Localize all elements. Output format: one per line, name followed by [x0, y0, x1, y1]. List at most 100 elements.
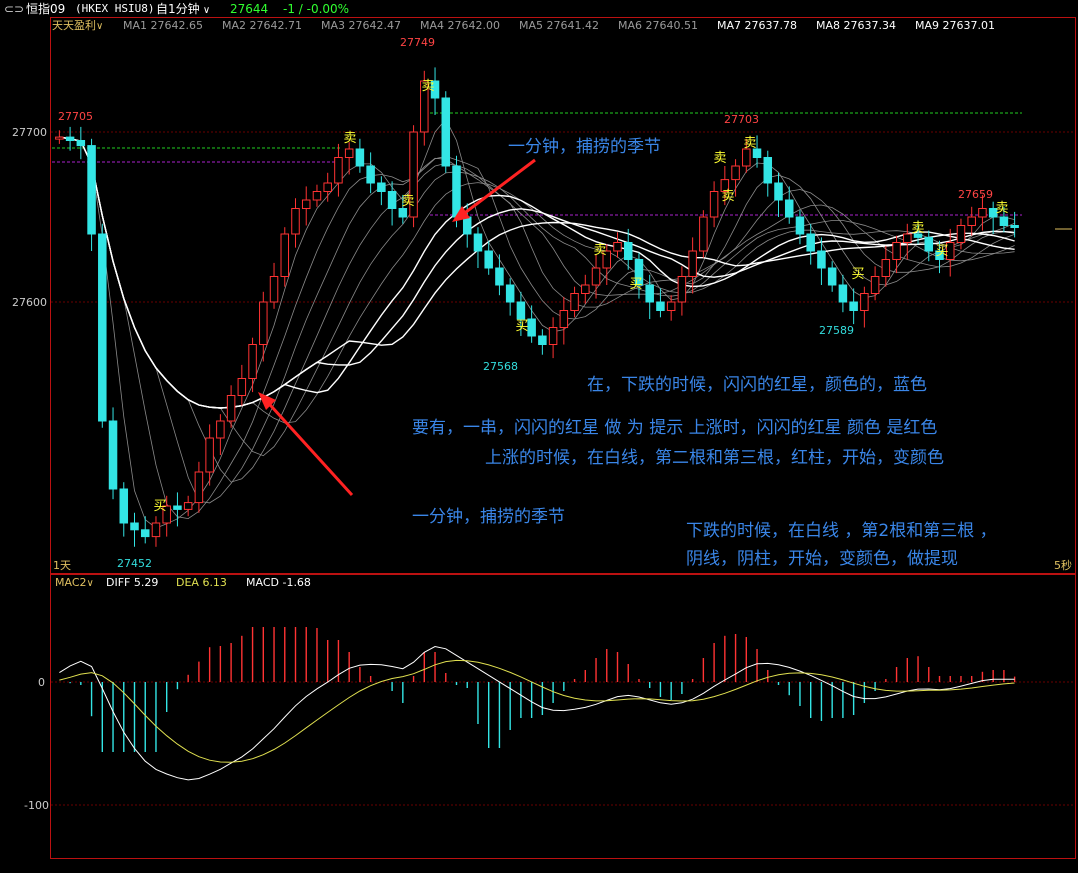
candle-body [473, 233, 483, 252]
candle-body [903, 233, 912, 243]
macd-value: MACD -1.68 [246, 576, 311, 589]
price-mark: 27703 [724, 113, 759, 126]
candle-body [301, 199, 311, 209]
candle-body [344, 148, 354, 158]
macd-diff: DIFF 5.29 [106, 576, 159, 589]
buy-signal: 买 [515, 319, 528, 334]
candle-body [216, 420, 225, 439]
candle-body [613, 242, 622, 252]
sell-signal: 卖 [401, 194, 414, 209]
candle-body [623, 242, 633, 260]
annotation-text: 要有，一串，闪闪的红星 做 为 提示 上涨时，闪闪的红星 颜色 是红色 [412, 418, 938, 438]
candle-body [538, 335, 547, 345]
candle-body [645, 284, 654, 303]
sell-signal: 卖 [995, 201, 1008, 216]
candle-body [269, 276, 279, 303]
sell-signal: 卖 [343, 131, 356, 146]
candle-body [581, 284, 590, 294]
candle-body [548, 327, 558, 345]
candle-body [688, 250, 697, 277]
candle-body [280, 233, 290, 277]
candle-body [65, 136, 75, 142]
candle-body [827, 267, 837, 286]
candle-body [742, 148, 751, 167]
candle-body [699, 216, 708, 252]
macd-dea-line [59, 659, 1015, 763]
candle-body [795, 216, 805, 235]
candle-body [462, 216, 472, 235]
candle-body [183, 502, 193, 510]
candle-body [817, 250, 826, 269]
price-mark: 27568 [483, 360, 518, 373]
candle-body [259, 301, 268, 345]
candle-body [559, 310, 569, 328]
candle-body [527, 318, 536, 337]
candle-body [387, 191, 397, 209]
candle-body [98, 233, 107, 422]
candle-body [774, 182, 783, 201]
annotation-text: 一分钟，捕捞的季节 [508, 137, 661, 157]
candle-body [881, 259, 891, 277]
candle-body [956, 225, 966, 243]
buy-signal: 买 [153, 499, 166, 514]
candle-body [763, 157, 773, 184]
sell-signal: 卖 [421, 79, 434, 94]
price-mark: 27659 [958, 188, 993, 201]
candle-body [194, 471, 204, 504]
candle-body [484, 250, 493, 269]
candle-body [731, 165, 740, 181]
candle-body [967, 216, 976, 226]
candle-body [173, 505, 182, 510]
candle-body [226, 395, 236, 422]
annotation-text: 下跌的时候，在白线 ，第2根和第三根 ， [686, 521, 997, 541]
annotation-text: 上涨的时候，在白线，第二根和第三根，红柱，开始，变颜色 [485, 448, 944, 468]
candle-body [784, 199, 794, 218]
candle-body [849, 301, 858, 311]
candle-body [892, 242, 901, 260]
annotation-arrow [260, 394, 354, 497]
sell-signal: 卖 [593, 243, 606, 258]
sell-signal: 卖 [713, 151, 726, 166]
sell-signal: 卖 [743, 136, 756, 151]
ma-line-9 [59, 136, 1015, 409]
candle-body [677, 276, 687, 303]
candle-body [666, 301, 676, 311]
candle-body [656, 301, 665, 311]
price-mark: 27589 [819, 324, 854, 337]
sell-signal: 卖 [721, 189, 734, 204]
sell-signal: 卖 [911, 221, 924, 236]
candle-body [355, 148, 365, 167]
price-mark: 27452 [117, 557, 152, 570]
candle-body [291, 208, 300, 235]
period-corner-label: 1天 [53, 559, 71, 572]
candle-body [870, 276, 880, 294]
ma-line-8 [59, 136, 1015, 409]
candle-body [205, 437, 214, 473]
buy-signal: 买 [629, 277, 642, 292]
candle-body [108, 420, 118, 490]
candle-body [366, 165, 375, 184]
candle-body [55, 136, 64, 140]
candle-body [130, 522, 139, 531]
candle-body [838, 284, 848, 303]
candle-body [377, 182, 386, 192]
chevron-down-icon: ∨ [86, 578, 94, 589]
price-mark: 27705 [58, 110, 93, 123]
candle-body [441, 97, 451, 167]
candle-body [119, 488, 129, 524]
macd-diff-line [59, 645, 1015, 781]
candle-body [237, 378, 247, 396]
candle-body [323, 182, 332, 192]
candle-body [140, 529, 150, 538]
candle-body [860, 293, 869, 311]
buy-signal: 买 [851, 267, 864, 282]
candle-body [806, 233, 815, 252]
candle-body [452, 165, 461, 218]
annotation-text: 一分钟，捕捞的季节 [412, 507, 565, 527]
candle-body [248, 344, 257, 379]
candle-body [87, 145, 96, 235]
candle-body [495, 267, 504, 286]
candle-body [1010, 225, 1019, 228]
macd-dropdown[interactable]: MAC2∨ [55, 575, 94, 592]
candle-body [570, 293, 579, 311]
